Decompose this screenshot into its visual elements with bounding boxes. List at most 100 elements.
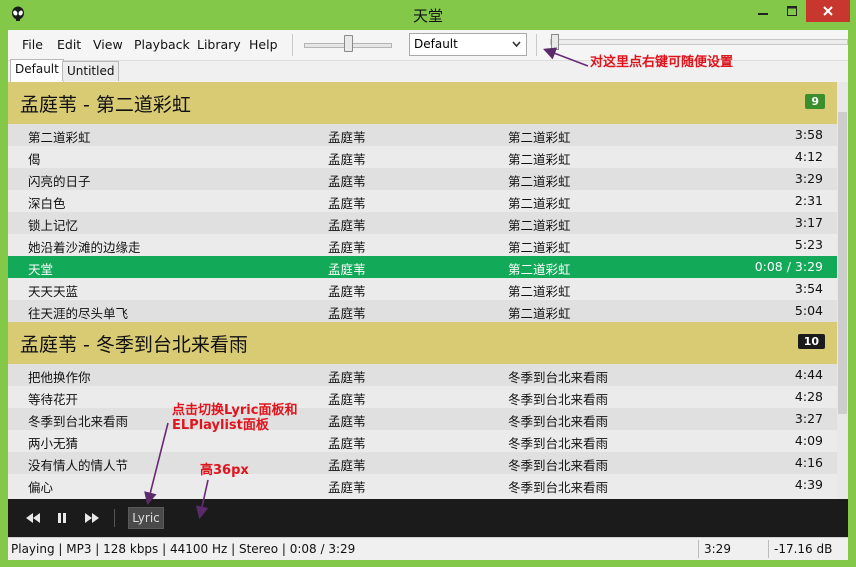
track-duration: 4:12 — [794, 149, 823, 164]
group-header[interactable]: 孟庭苇 - 冬季到台北来看雨 10 — [8, 322, 837, 364]
track-row[interactable]: 偏心 孟庭苇 冬季到台北来看雨 4:39 — [8, 474, 837, 496]
track-row[interactable]: 闪亮的日子 孟庭苇 第二道彩虹 3:29 — [8, 168, 837, 190]
track-row[interactable]: 等待花开 孟庭苇 冬季到台北来看雨 4:28 — [8, 386, 837, 408]
track-artist: 孟庭苇 — [328, 480, 366, 495]
track-artist: 孟庭苇 — [328, 174, 366, 189]
track-album: 冬季到台北来看雨 — [508, 370, 609, 385]
track-title: 偈 — [28, 152, 41, 167]
track-count-badge: 10 — [797, 334, 825, 349]
previous-icon[interactable] — [26, 513, 40, 523]
group-header[interactable]: 孟庭苇 - 第二道彩虹 9 — [8, 82, 837, 124]
track-duration: 5:23 — [794, 237, 823, 252]
playlist-scrollbar-thumb[interactable] — [838, 112, 847, 414]
track-title: 闪亮的日子 — [28, 174, 91, 189]
track-album: 第二道彩虹 — [508, 152, 571, 167]
maximize-button[interactable] — [777, 0, 807, 22]
tab-untitled[interactable]: Untitled — [62, 61, 120, 81]
seek-bar-thumb[interactable] — [551, 34, 559, 50]
track-duration: 4:16 — [794, 455, 823, 470]
pause-icon[interactable] — [57, 513, 67, 523]
track-album: 冬季到台北来看雨 — [508, 414, 609, 429]
status-length: 3:29 — [704, 542, 731, 556]
track-artist: 孟庭苇 — [328, 370, 366, 385]
track-album: 第二道彩虹 — [508, 262, 571, 277]
track-artist: 孟庭苇 — [328, 130, 366, 145]
lyric-toggle-button[interactable]: Lyric — [128, 507, 164, 529]
track-duration: 4:28 — [794, 389, 823, 404]
track-artist: 孟庭苇 — [328, 196, 366, 211]
track-duration: 4:44 — [794, 367, 823, 382]
track-album: 第二道彩虹 — [508, 130, 571, 145]
track-artist: 孟庭苇 — [328, 392, 366, 407]
menu-help[interactable]: Help — [249, 37, 278, 52]
track-title: 偏心 — [28, 480, 54, 495]
track-row[interactable]: 把他换作你 孟庭苇 冬季到台北来看雨 4:44 — [8, 364, 837, 386]
track-title: 第二道彩虹 — [28, 130, 91, 145]
status-divider — [768, 540, 769, 558]
status-bar: Playing | MP3 | 128 kbps | 44100 Hz | St… — [8, 537, 848, 560]
playlist-view[interactable]: 孟庭苇 - 第二道彩虹 9 第二道彩虹 孟庭苇 第二道彩虹 3:58 偈孟庭苇 第二道彩虹 4:… — [8, 82, 837, 499]
minimize-icon — [758, 13, 768, 15]
title-bar: 天堂 — [0, 0, 856, 30]
track-album: 冬季到台北来看雨 — [508, 392, 609, 407]
track-title: 把他换作你 — [28, 370, 91, 385]
annotation-lyric-toggle: 点击切换Lyric面板和ELPlaylist面板 — [172, 403, 298, 433]
track-title: 天堂 — [28, 262, 54, 277]
track-album: 第二道彩虹 — [508, 284, 571, 299]
menu-file[interactable]: File — [22, 37, 43, 52]
track-title: 没有情人的情人节 — [28, 458, 129, 473]
track-title: 往天涯的尽头单飞 — [28, 306, 129, 321]
track-title: 等待花开 — [28, 392, 79, 407]
track-row[interactable]: 她沿着沙滩的边缘走 孟庭苇 第二道彩虹 5:23 — [8, 234, 837, 256]
track-row[interactable]: 第二道彩虹 孟庭苇 第二道彩虹 3:58 — [8, 124, 837, 146]
track-album: 第二道彩虹 — [508, 196, 571, 211]
track-row[interactable]: 锁上记忆 孟庭苇 第二道彩虹 3:17 — [8, 212, 837, 234]
close-button[interactable] — [806, 0, 850, 22]
track-album: 冬季到台北来看雨 — [508, 436, 609, 451]
seek-bar[interactable] — [550, 39, 848, 45]
track-artist: 孟庭苇 — [328, 414, 366, 429]
track-artist: 孟庭苇 — [328, 240, 366, 255]
status-info: Playing | MP3 | 128 kbps | 44100 Hz | St… — [11, 542, 356, 556]
track-title: 天天天蓝 — [28, 284, 79, 299]
track-duration: 3:27 — [794, 411, 823, 426]
next-icon[interactable] — [85, 513, 99, 523]
menu-edit[interactable]: Edit — [57, 37, 81, 52]
track-count-badge: 9 — [805, 94, 825, 109]
track-row[interactable]: 两小无猜 孟庭苇 冬季到台北来看雨 4:09 — [8, 430, 837, 452]
track-row[interactable]: 偈 孟庭苇 第二道彩虹 4:12 — [8, 146, 837, 168]
playlist-scrollbar[interactable] — [837, 82, 848, 499]
track-duration: 2:31 — [794, 193, 823, 208]
track-duration: 0:08 / 3:29 — [754, 259, 823, 274]
group-title: 孟庭苇 - 冬季到台北来看雨 — [20, 334, 248, 356]
group-title: 孟庭苇 - 第二道彩虹 — [20, 94, 191, 116]
track-row[interactable]: 深白色 孟庭苇 第二道彩虹 2:31 — [8, 190, 837, 212]
track-row[interactable]: 天天天蓝 孟庭苇 第二道彩虹 3:54 — [8, 278, 837, 300]
track-row-playing[interactable]: 天堂 孟庭苇 第二道彩虹 0:08 / 3:29 — [8, 256, 837, 278]
track-row[interactable]: 冬季到台北来看雨 孟庭苇 冬季到台北来看雨 3:27 — [8, 408, 837, 430]
track-title: 她沿着沙滩的边缘走 — [28, 240, 141, 255]
menu-playback[interactable]: Playback — [134, 37, 190, 52]
main-panel: File Edit View Playback Library Help Def… — [8, 30, 848, 560]
track-row[interactable]: 没有情人的情人节 孟庭苇 冬季到台北来看雨 4:16 — [8, 452, 837, 474]
track-duration: 4:39 — [794, 477, 823, 492]
playback-controls: Lyric — [8, 499, 848, 537]
track-title: 锁上记忆 — [28, 218, 79, 233]
track-duration: 3:17 — [794, 215, 823, 230]
toolbar-divider — [292, 34, 293, 56]
minimize-button[interactable] — [748, 0, 778, 22]
volume-slider-thumb[interactable] — [344, 35, 353, 52]
tab-default[interactable]: Default — [10, 59, 64, 82]
track-row[interactable]: 往天涯的尽头单飞 孟庭苇 第二道彩虹 5:04 — [8, 300, 837, 322]
track-duration: 3:29 — [794, 171, 823, 186]
annotation-seekbar: 对这里点右键可随便设置 — [590, 55, 734, 70]
app-window: 天堂 File Edit View Playback Library Help … — [0, 0, 856, 567]
maximize-icon — [787, 6, 797, 16]
menu-library[interactable]: Library — [197, 37, 241, 52]
menu-view[interactable]: View — [93, 37, 123, 52]
track-artist: 孟庭苇 — [328, 458, 366, 473]
track-album: 冬季到台北来看雨 — [508, 480, 609, 495]
track-duration: 3:58 — [794, 127, 823, 142]
output-select[interactable]: Default — [409, 33, 527, 56]
track-artist: 孟庭苇 — [328, 152, 366, 167]
